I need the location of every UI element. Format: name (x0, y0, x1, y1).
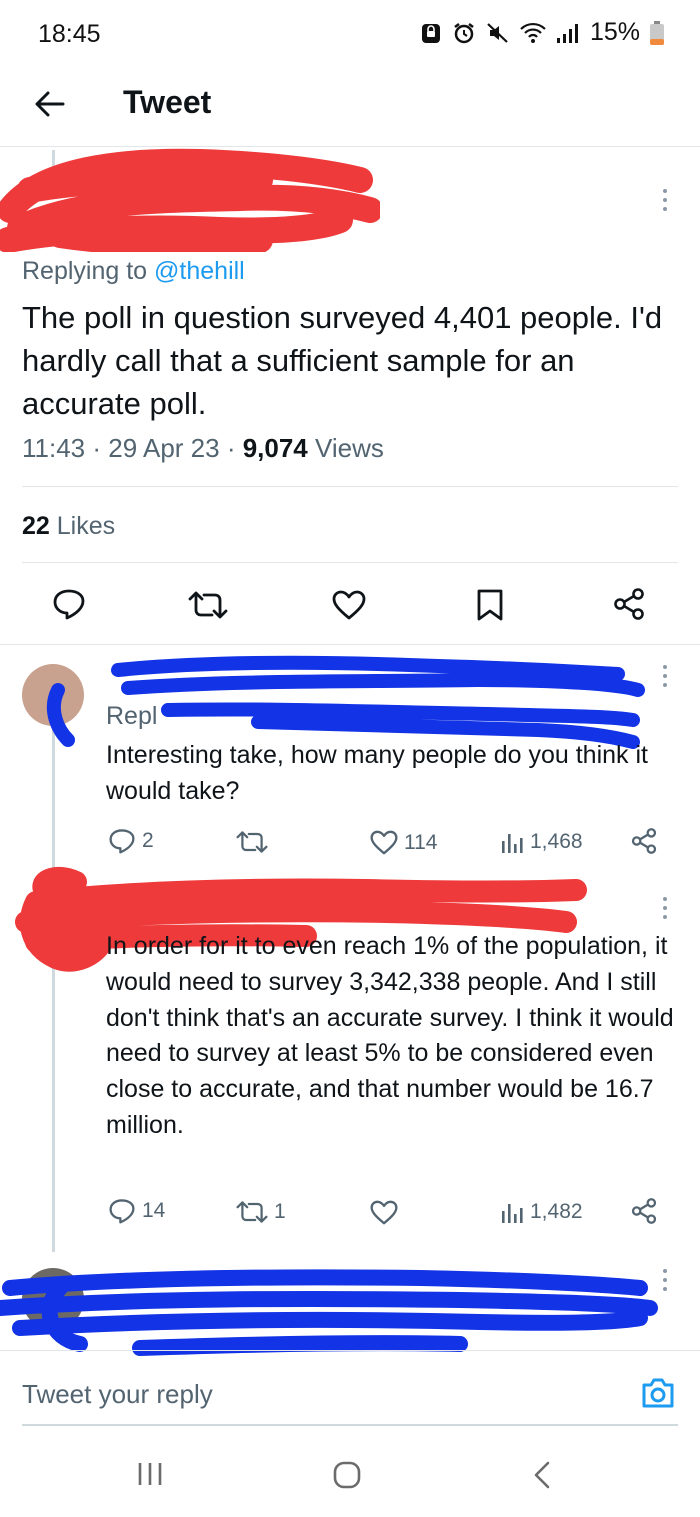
more-options-button[interactable] (650, 180, 680, 220)
retweet-icon (236, 1201, 268, 1223)
more-options-button[interactable] (650, 1260, 680, 1300)
reply-button[interactable] (52, 588, 86, 620)
reply-count: 14 (142, 1199, 166, 1222)
like-button[interactable]: 114 (370, 830, 437, 855)
actions-divider (0, 644, 700, 645)
likes-count: 22 (22, 512, 50, 540)
reply-text: In order for it to even reach 1% of the … (106, 932, 674, 1139)
share-button[interactable] (630, 828, 658, 854)
likes-divider (22, 562, 678, 563)
replying-prefix: Replying to (22, 257, 155, 285)
alarm-icon (454, 22, 474, 43)
share-button[interactable] (630, 1198, 658, 1224)
analytics-icon (502, 1204, 523, 1223)
retweet-button[interactable] (188, 590, 228, 620)
replying-to: Replying to @thehill (22, 257, 245, 286)
retweet-count: 1 (274, 1200, 286, 1223)
more-options-button[interactable] (650, 888, 680, 928)
recents-button[interactable] (136, 1460, 164, 1493)
home-icon (333, 1461, 361, 1489)
redaction-scribble-username (46, 655, 645, 749)
wifi-icon (520, 22, 546, 43)
bookmark-icon (477, 589, 503, 621)
mute-icon (487, 22, 508, 43)
signal-icon (556, 23, 578, 43)
home-button[interactable] (332, 1460, 362, 1495)
status-time: 18:45 (38, 20, 101, 48)
tweet-time: 11:43 (22, 433, 86, 463)
analytics-icon (502, 834, 523, 853)
tweet-date: 29 Apr 23 (108, 433, 220, 463)
heart-icon (370, 830, 398, 855)
retweet-icon (188, 591, 228, 619)
view-count: 1,482 (530, 1200, 583, 1223)
redaction-scribble-author (0, 148, 380, 252)
heart-icon (332, 590, 366, 620)
retweet-icon (236, 831, 268, 853)
back-button[interactable] (28, 82, 72, 126)
reply-button[interactable]: 14 (108, 1198, 165, 1224)
battery-icon (650, 20, 664, 45)
replying-handle-link[interactable]: @thehill (154, 257, 245, 285)
views-label: Views (315, 433, 384, 463)
camera-icon (642, 1378, 674, 1408)
thread-line-top (52, 150, 55, 190)
tweet-text: The poll in question surveyed 4,401 peop… (22, 300, 663, 421)
reply-composer[interactable]: Tweet your reply (0, 1350, 700, 1430)
header-divider (0, 146, 700, 147)
top-app-bar: Tweet (0, 66, 700, 142)
avatar[interactable] (22, 1268, 84, 1330)
recents-icon (138, 1463, 162, 1485)
meta-separator: · (226, 433, 243, 463)
battery-percentage: 15% (589, 18, 640, 46)
reply-text: Interesting take, how many people do you… (106, 741, 648, 805)
likes-label: Likes (56, 512, 116, 540)
like-count: 114 (404, 830, 438, 854)
views-count: 9,074 (242, 433, 308, 463)
views-button[interactable]: 1,482 (500, 1200, 583, 1224)
thread-line (52, 962, 55, 1252)
like-button[interactable] (370, 1200, 404, 1225)
replying-to: Repl (106, 702, 158, 730)
avatar[interactable] (22, 664, 84, 726)
view-count: 1,468 (530, 830, 583, 853)
reply-icon (109, 1199, 135, 1224)
meta-separator: · (92, 433, 109, 463)
meta-divider (22, 486, 678, 487)
status-icons: 15% (420, 18, 664, 47)
system-nav-bar (0, 1430, 700, 1517)
redaction-scribble-reply (0, 1269, 658, 1356)
like-button[interactable] (332, 590, 366, 620)
reply-icon (53, 589, 85, 620)
likes-link[interactable]: 22 Likes (22, 512, 115, 541)
views-button[interactable]: 1,468 (500, 830, 583, 854)
thread-line (52, 730, 55, 880)
page-title: Tweet (123, 84, 212, 120)
bookmark-button[interactable] (476, 588, 504, 622)
camera-button[interactable] (640, 1377, 676, 1414)
reply-count: 2 (142, 829, 154, 852)
retweet-button[interactable] (236, 830, 274, 854)
reply-icon (109, 829, 135, 854)
share-icon (614, 588, 644, 620)
tweet-meta: 11:43 · 29 Apr 23 · 9,074 Views (22, 433, 384, 464)
share-icon (631, 1198, 657, 1224)
status-bar: 18:45 15% (0, 0, 700, 66)
reply-input-underline (22, 1424, 678, 1426)
back-arrow-icon (35, 91, 65, 117)
retweet-button[interactable]: 1 (236, 1200, 286, 1224)
more-options-button[interactable] (650, 656, 680, 696)
heart-icon (370, 1200, 398, 1225)
avatar[interactable] (22, 896, 84, 958)
alarm-lock-icon (421, 23, 440, 43)
reply-input[interactable]: Tweet your reply (22, 1379, 213, 1410)
reply-button[interactable]: 2 (108, 828, 154, 854)
back-chevron-icon (534, 1461, 550, 1489)
share-icon (631, 828, 657, 854)
share-button[interactable] (612, 588, 646, 620)
back-nav-button[interactable] (530, 1460, 554, 1495)
